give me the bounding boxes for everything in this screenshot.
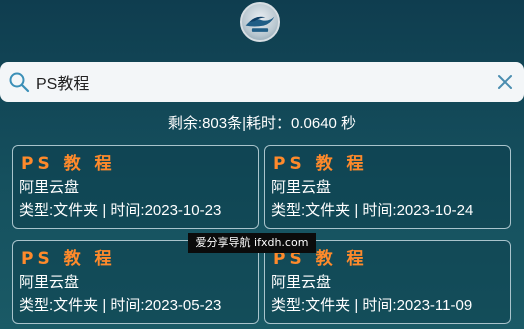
watermark: 爱分享导航 ifxdh.com [188, 233, 316, 253]
search-input[interactable] [30, 62, 496, 102]
search-bar [0, 62, 524, 102]
result-source: 阿里云盘 [271, 179, 332, 196]
result-stats: 剩余:803条|耗时：0.0640 秒 [167, 115, 357, 132]
close-icon[interactable] [496, 73, 514, 91]
result-card[interactable]: PS 教 程 阿里云盘 类型:文件夹 | 时间:2023-10-23 [12, 145, 259, 229]
result-source: 阿里云盘 [19, 274, 80, 291]
result-card[interactable]: PS 教 程 阿里云盘 类型:文件夹 | 时间:2023-10-24 [264, 145, 511, 229]
search-icon[interactable] [8, 71, 30, 93]
result-source: 阿里云盘 [19, 179, 80, 196]
result-title[interactable]: PS 教 程 [271, 152, 504, 176]
result-meta: 类型:文件夹 | 时间:2023-11-09 [271, 297, 473, 314]
result-title[interactable]: PS 教 程 [19, 152, 252, 176]
result-meta: 类型:文件夹 | 时间:2023-10-24 [271, 202, 474, 219]
site-logo[interactable] [240, 2, 280, 42]
result-meta: 类型:文件夹 | 时间:2023-10-23 [19, 202, 222, 219]
result-source: 阿里云盘 [271, 274, 332, 291]
result-meta: 类型:文件夹 | 时间:2023-05-23 [19, 297, 222, 314]
